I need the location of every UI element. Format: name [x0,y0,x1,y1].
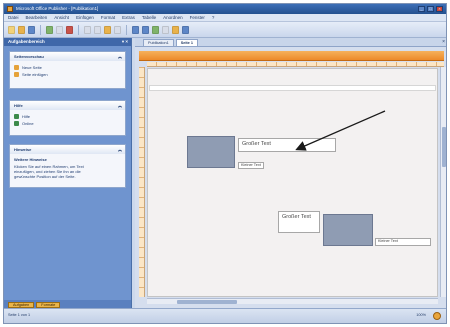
panel-body: Hilfe Online [10,110,125,130]
panel-heading-text: Hilfe [14,103,23,108]
menu-bar: Datei Bearbeiten Ansicht Einfügen Format… [4,14,446,22]
small-textbox[interactable]: Kleiner Text [238,162,264,169]
list-item-label: Neue Seite [22,65,42,70]
help-icon[interactable] [182,25,189,34]
title-bar: Microsoft Office Publisher - [Publikatio… [4,4,446,14]
panel-heading[interactable]: Hilfe ︽ [10,101,125,110]
format-painter-icon[interactable] [114,25,121,34]
panel-heading-text: Seitenvorschau [14,54,44,59]
spelling-icon[interactable] [66,25,73,34]
menu-table[interactable]: Tabelle [142,15,156,20]
toolbar [4,22,446,38]
tab-publication[interactable]: Publikation1 [143,39,174,46]
panel-body: Weitere Hinweise Klicken Sie auf einen R… [10,154,125,182]
panel-page-preview: Seitenvorschau ︽ Neue Seite Seite einfüg… [9,51,126,89]
large-textbox[interactable]: Großer Text [278,211,320,233]
menu-format[interactable]: Format [101,15,115,20]
redo-icon[interactable] [142,25,149,34]
orange-banner [139,51,444,61]
list-item[interactable]: Hilfe [14,113,121,120]
toolbar-separator [40,24,41,35]
preview-icon[interactable] [56,25,63,34]
globe-icon [14,121,19,126]
picture-frame[interactable] [323,214,373,246]
toolbar-separator [126,24,127,35]
vertical-scrollbar[interactable] [440,67,446,297]
page-canvas[interactable] [147,68,438,297]
insert-picture-icon[interactable] [152,25,159,34]
horizontal-ruler[interactable] [147,62,444,67]
textbox-tool-icon[interactable] [172,25,179,34]
copy-icon[interactable] [94,25,101,34]
menu-tools[interactable]: Extras [122,15,135,20]
cut-icon[interactable] [84,25,91,34]
task-pane-title: Aufgabenbereich [8,39,45,44]
panel-heading-text: Hinweise [14,147,32,152]
undo-icon[interactable] [132,25,139,34]
window-title: Microsoft Office Publisher - [Publikatio… [16,6,99,11]
panel-help: Hilfe ︽ Hilfe Online [9,100,126,136]
list-item[interactable]: Seite einfügen [14,71,121,78]
menu-view[interactable]: Ansicht [54,15,69,20]
menu-help[interactable]: ? [212,15,215,20]
hint-line: gewünschte Position auf der Seite. [14,174,76,179]
paste-icon[interactable] [104,25,111,34]
document-tabs: Publikation1 Seite 1 × [135,38,446,47]
maximize-button[interactable]: □ [427,6,434,12]
chevron-up-icon[interactable]: ︽ [118,101,122,110]
hint-title: Weitere Hinweise [14,157,47,162]
menu-arrange[interactable]: Anordnen [163,15,183,20]
chevron-up-icon[interactable]: ︽ [118,52,122,61]
tab-page-1[interactable]: Seite 1 [175,39,198,46]
status-bar: Seite 1 von 1 100% [4,308,446,323]
minimize-button[interactable]: _ [418,6,425,12]
page-icon [14,65,19,70]
help-icon [14,114,19,119]
list-item-label: Online [22,121,34,126]
large-textbox[interactable]: Großer Text [238,138,336,152]
panel-heading[interactable]: Seitenvorschau ︽ [10,52,125,61]
scroll-thumb[interactable] [177,300,237,304]
task-pane: Aufgabenbereich ▾ × Seitenvorschau ︽ Neu… [4,38,132,310]
new-icon[interactable] [8,25,15,34]
status-page-info: Seite 1 von 1 [8,313,31,317]
task-pane-header: Aufgabenbereich ▾ × [4,38,131,46]
window-controls: _ □ × [418,6,443,12]
pin-icon[interactable]: ▾ × [122,38,128,46]
scroll-thumb[interactable] [442,127,446,167]
horizontal-scrollbar[interactable] [147,298,438,304]
text-frame-strip[interactable] [149,85,436,91]
menu-insert[interactable]: Einfügen [76,15,94,20]
panel-hints: Hinweise ︽ Weitere Hinweise Klicken Sie … [9,144,126,188]
close-button[interactable]: × [436,6,443,12]
list-item-label: Hilfe [22,114,31,119]
list-item[interactable]: Online [14,120,121,127]
zoom-icon[interactable] [162,25,169,34]
open-icon[interactable] [18,25,25,34]
list-item-label: Seite einfügen [22,72,48,77]
status-icon [433,312,441,320]
toolbar-separator [78,24,79,35]
document-area [135,47,446,310]
panel-heading[interactable]: Hinweise ︽ [10,145,125,154]
small-textbox[interactable]: Kleiner Text [375,238,431,246]
panel-body: Neue Seite Seite einfügen [10,61,125,81]
menu-edit[interactable]: Bearbeiten [26,15,48,20]
print-icon[interactable] [46,25,53,34]
menu-window[interactable]: Fenster [190,15,205,20]
close-icon[interactable]: × [442,39,445,45]
page-icon [14,72,19,77]
chevron-up-icon[interactable]: ︽ [118,145,122,154]
list-item[interactable]: Neue Seite [14,64,121,71]
save-icon[interactable] [28,25,35,34]
picture-frame[interactable] [187,136,235,168]
vertical-ruler[interactable] [139,67,145,297]
status-zoom[interactable]: 100% [416,313,426,317]
app-icon [7,6,13,12]
menu-file[interactable]: Datei [8,15,19,20]
